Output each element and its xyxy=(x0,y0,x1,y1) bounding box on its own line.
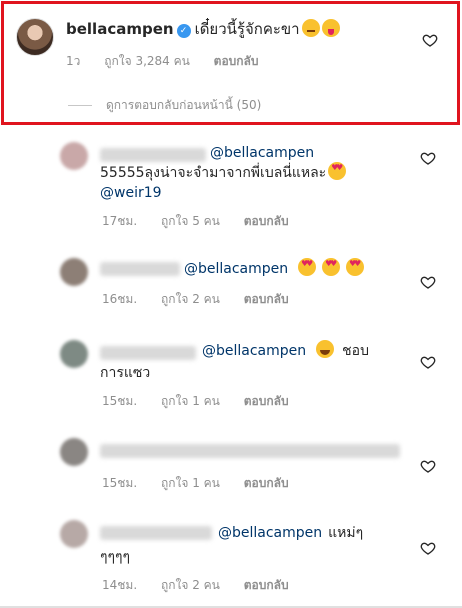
comment-meta: 15ชม. ถูกใจ 1 คน ตอบกลับ xyxy=(102,392,309,411)
reply-button[interactable]: ตอบกลับ xyxy=(244,476,289,490)
reply-button[interactable]: ตอบกลับ xyxy=(244,292,289,306)
blurred-username xyxy=(100,526,212,540)
comment-meta: 14ชม. ถูกใจ 2 คน ตอบกลับ xyxy=(102,576,309,595)
comment-text: เดี๋ยวนี้รู้จักคะขา xyxy=(194,20,300,38)
comment-text: การแซว xyxy=(100,365,151,381)
like-count[interactable]: ถูกใจ 2 คน xyxy=(161,292,220,306)
highlighted-main-comment: bellacampen ✓ เดี๋ยวนี้รู้จักคะขา 1ว ถูกใจ… xyxy=(1,1,460,125)
comment-meta: 1ว ถูกใจ 3,284 คน ตอบกลับ xyxy=(66,52,279,71)
reply-text-line: ๆๆๆๆ xyxy=(100,546,130,568)
comment-time: 16ชม. xyxy=(102,292,138,306)
reply-mention-line: @bellacampen ชอบ xyxy=(202,340,369,362)
mention-link[interactable]: @bellacampen xyxy=(202,343,306,359)
reply-comment: @bellacampen ชอบ การแซว 15ชม. ถูกใจ 1 คน … xyxy=(0,334,462,414)
heart-eyes-emoji-icon xyxy=(328,162,347,180)
comment-time: 15ชม. xyxy=(102,394,138,408)
reply-comment: @bellacampen 16ชม. ถูกใจ 2 คน ตอบกลับ xyxy=(0,246,462,316)
heart-eyes-emoji-icon xyxy=(298,258,317,276)
reply-mention-line: @bellacampen แหม่ๆ xyxy=(218,522,363,544)
avatar[interactable] xyxy=(60,258,88,286)
reply-button[interactable]: ตอบกลับ xyxy=(244,214,289,228)
verified-badge-icon: ✓ xyxy=(176,24,191,38)
username[interactable]: bellacampen xyxy=(66,20,174,38)
laughing-tears-emoji-icon xyxy=(316,340,335,358)
reply-comment: @bellacampen 55555ลุงน่าจะจำมาจากพี่เบลน… xyxy=(0,128,462,228)
heart-icon[interactable] xyxy=(422,32,438,48)
mention-link[interactable]: @weir19 xyxy=(100,185,162,201)
reply-text-line: 55555ลุงน่าจะจำมาจากพี่เบลนี่แหละ xyxy=(100,162,347,184)
blurred-username xyxy=(100,148,206,162)
comment-time: 17ชม. xyxy=(102,214,138,228)
main-comment-line: bellacampen ✓ เดี๋ยวนี้รู้จักคะขา xyxy=(66,18,340,40)
comment-text: ชอบ xyxy=(342,343,369,359)
reply-text-line: การแซว xyxy=(100,362,150,384)
mention-link[interactable]: @bellacampen xyxy=(184,261,288,277)
heart-eyes-emoji-icon xyxy=(346,258,365,276)
avatar[interactable] xyxy=(16,18,54,56)
blurred-username xyxy=(100,444,400,458)
view-previous-replies-button[interactable]: ดูการตอบกลับก่อนหน้านี้ (50) xyxy=(68,96,261,115)
comment-meta: 17ชม. ถูกใจ 5 คน ตอบกลับ xyxy=(102,212,309,231)
reply-mention-line: @bellacampen xyxy=(210,142,314,164)
smirking-face-emoji-icon xyxy=(301,19,320,37)
like-count[interactable]: ถูกใจ 1 คน xyxy=(161,394,220,408)
comment-time: 14ชม. xyxy=(102,578,138,592)
avatar[interactable] xyxy=(60,340,88,368)
blurred-username xyxy=(100,262,180,276)
comment-meta: 16ชม. ถูกใจ 2 คน ตอบกลับ xyxy=(102,290,309,309)
reply-comment: 15ชม. ถูกใจ 1 คน ตอบกลับ xyxy=(0,430,462,500)
avatar[interactable] xyxy=(60,438,88,466)
view-replies-label: ดูการตอบกลับก่อนหน้านี้ (50) xyxy=(106,98,262,112)
comments-screenshot: bellacampen ✓ เดี๋ยวนี้รู้จักคะขา 1ว ถูกใจ… xyxy=(0,0,462,608)
blurred-username xyxy=(100,346,196,360)
heart-icon[interactable] xyxy=(420,458,436,474)
heart-icon[interactable] xyxy=(420,150,436,166)
divider-dash xyxy=(68,105,92,106)
avatar[interactable] xyxy=(60,142,88,170)
reply-mention-line: @bellacampen xyxy=(184,258,365,280)
avatar[interactable] xyxy=(60,520,88,548)
mention-link[interactable]: @bellacampen xyxy=(210,145,314,161)
heart-icon[interactable] xyxy=(420,540,436,556)
like-count[interactable]: ถูกใจ 1 คน xyxy=(161,476,220,490)
comment-meta: 15ชม. ถูกใจ 1 คน ตอบกลับ xyxy=(102,474,309,493)
heart-icon[interactable] xyxy=(420,274,436,290)
like-count[interactable]: ถูกใจ 3,284 คน xyxy=(104,54,190,68)
like-count[interactable]: ถูกใจ 5 คน xyxy=(161,214,220,228)
reply-text-line: @weir19 xyxy=(100,182,162,204)
comment-text: ๆๆๆๆ xyxy=(100,549,131,565)
tongue-face-emoji-icon xyxy=(321,19,340,37)
mention-link[interactable]: @bellacampen xyxy=(218,525,322,541)
reply-button[interactable]: ตอบกลับ xyxy=(214,54,259,68)
comment-text: 55555ลุงน่าจะจำมาจากพี่เบลนี่แหละ xyxy=(100,165,327,181)
comment-time: 15ชม. xyxy=(102,476,138,490)
reply-button[interactable]: ตอบกลับ xyxy=(244,394,289,408)
like-count[interactable]: ถูกใจ 2 คน xyxy=(161,578,220,592)
reply-button[interactable]: ตอบกลับ xyxy=(244,578,289,592)
reply-comment: @bellacampen แหม่ๆ ๆๆๆๆ 14ชม. ถูกใจ 2 คน … xyxy=(0,516,462,600)
comment-text: แหม่ๆ xyxy=(328,525,364,541)
heart-eyes-emoji-icon xyxy=(322,258,341,276)
heart-icon[interactable] xyxy=(420,354,436,370)
comment-time: 1ว xyxy=(66,54,81,68)
